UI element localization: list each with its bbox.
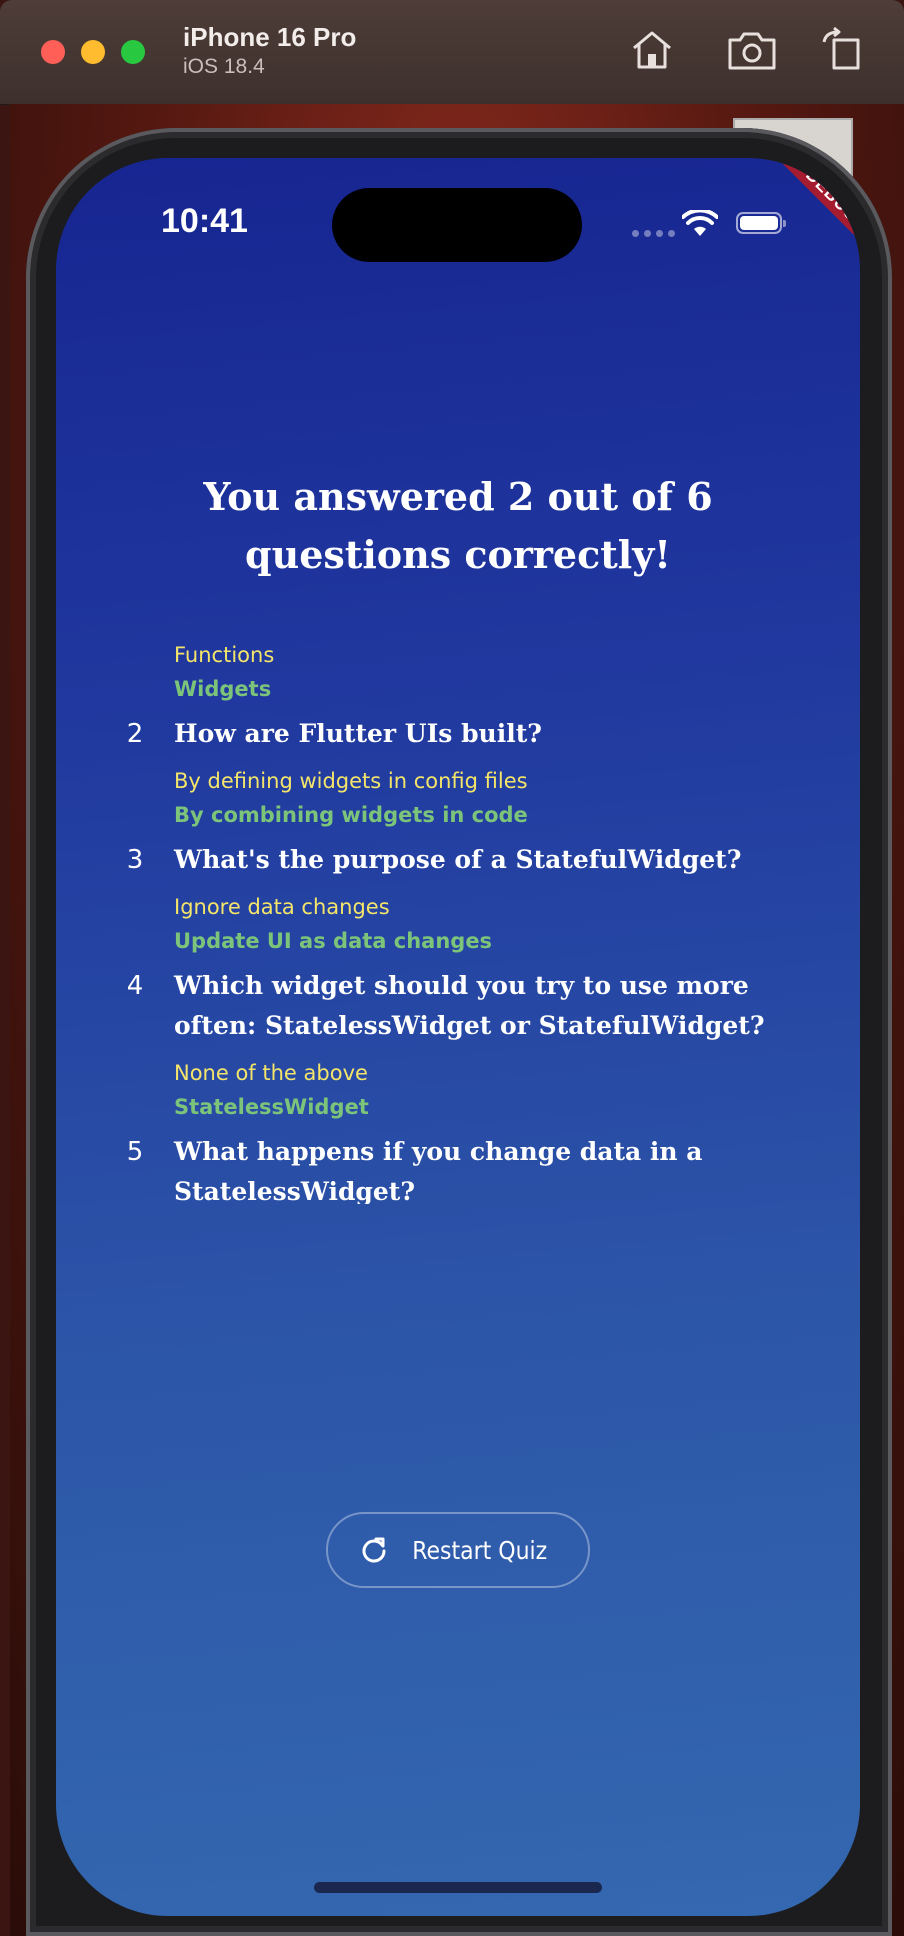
question-details: What's the purpose of a StatefulWidget? I… (174, 840, 774, 958)
summary-item: 1 What are the main building blocks of Fl… (116, 624, 806, 706)
question-number: 4 (126, 971, 144, 1001)
summary-item: 4 Which widget should you try to use more… (116, 966, 806, 1124)
rotate-icon[interactable] (816, 26, 868, 74)
restart-quiz-label: Restart Quiz (412, 1535, 548, 1565)
wifi-icon (682, 210, 718, 236)
question-number: 3 (126, 845, 144, 875)
home-indicator[interactable] (314, 1882, 602, 1893)
home-icon[interactable] (626, 26, 678, 74)
minimize-window-button[interactable] (81, 40, 105, 64)
user-answer: Ignore data changes (174, 895, 390, 919)
question-details: What are the main building blocks of Flu… (174, 624, 774, 706)
app-screen: 10:41 DEBUG You answered 2 out of 6 ques… (56, 158, 860, 1916)
device-name: iPhone 16 Pro (183, 22, 357, 52)
question-text: What's the purpose of a StatefulWidget? (174, 845, 742, 874)
question-number: 1 (116, 624, 154, 706)
correct-answer: By combining widgets in code (174, 803, 528, 827)
os-version: iOS 18.4 (183, 55, 265, 78)
user-answer: None of the above (174, 1061, 368, 1085)
question-text: Which widget should you try to use more … (174, 971, 765, 1040)
summary-item: 3 What's the purpose of a StatefulWidget?… (116, 840, 806, 958)
user-answer: By defining widgets in config files (174, 769, 528, 793)
status-time: 10:41 (161, 202, 248, 240)
question-details: How are Flutter UIs built? By defining wi… (174, 714, 774, 832)
close-window-button[interactable] (41, 40, 65, 64)
question-text: What are the main building blocks of Flu… (174, 624, 774, 628)
question-number: 2 (126, 719, 144, 749)
zoom-window-button[interactable] (121, 40, 145, 64)
questions-summary-list[interactable]: 1 What are the main building blocks of Fl… (116, 624, 806, 1204)
refresh-icon (362, 1537, 386, 1563)
battery-icon (736, 212, 786, 234)
correct-answer: Widgets (174, 677, 272, 701)
summary-item: 2 How are Flutter UIs built? By defining w… (116, 714, 806, 832)
questions-summary-content: 1 What are the main building blocks of Fl… (116, 624, 806, 1204)
question-number: 5 (126, 1137, 144, 1167)
question-details: What happens if you change data in a Sta… (174, 1132, 774, 1204)
result-title: You answered 2 out of 6 questions correc… (203, 474, 713, 577)
user-answer: Functions (174, 643, 275, 667)
dynamic-island (332, 188, 582, 262)
cellular-signal-icon (632, 230, 675, 237)
question-text: How are Flutter UIs built? (174, 719, 542, 748)
simulator-titlebar: iPhone 16 Pro iOS 18.4 (0, 0, 904, 104)
correct-answer: Update UI as data changes (174, 929, 493, 953)
screenshot-icon[interactable] (726, 26, 778, 74)
question-text: What happens if you change data in a Sta… (174, 1137, 703, 1204)
summary-item: 5 What happens if you change data in a St… (116, 1132, 806, 1204)
question-details: Which widget should you try to use more … (174, 966, 774, 1124)
restart-quiz-button[interactable]: Restart Quiz (326, 1512, 590, 1588)
correct-answer: StatelessWidget (174, 1095, 369, 1119)
